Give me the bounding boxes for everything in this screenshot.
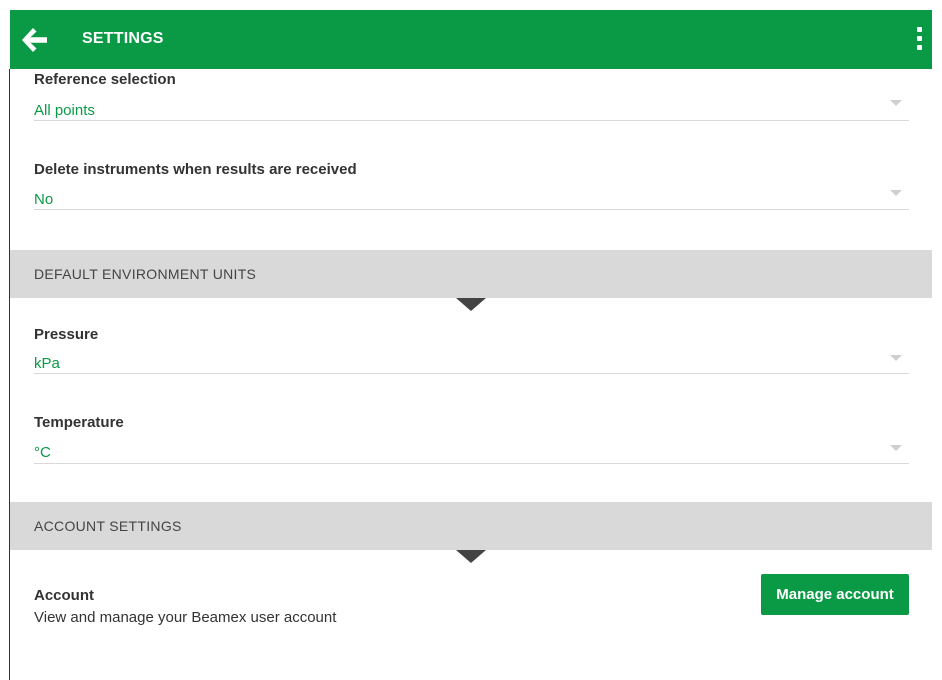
temperature-select[interactable]: °C (34, 444, 51, 461)
field-underline (34, 373, 909, 374)
section-title: ACCOUNT SETTINGS (34, 518, 182, 534)
manage-account-button[interactable]: Manage account (761, 574, 909, 615)
section-title: DEFAULT ENVIRONMENT UNITS (34, 266, 257, 282)
page-title: SETTINGS (82, 30, 164, 47)
section-collapse-icon[interactable] (456, 550, 486, 563)
pressure-select[interactable]: kPa (34, 355, 60, 372)
delete-instruments-label: Delete instruments when results are rece… (34, 161, 357, 178)
section-header-account-settings[interactable]: ACCOUNT SETTINGS (10, 502, 932, 550)
field-underline (34, 120, 909, 121)
back-button[interactable] (20, 26, 50, 54)
delete-instruments-select[interactable]: No (34, 191, 53, 208)
section-collapse-icon[interactable] (456, 298, 486, 311)
account-label: Account (34, 587, 94, 604)
section-header-environment-units[interactable]: DEFAULT ENVIRONMENT UNITS (10, 250, 932, 298)
chevron-down-icon[interactable] (890, 445, 902, 451)
app-header: SETTINGS (10, 10, 932, 69)
account-description: View and manage your Beamex user account (34, 609, 337, 626)
reference-selection-select[interactable]: All points (34, 102, 95, 119)
settings-content: Reference selection All points Delete in… (10, 69, 932, 680)
more-vertical-icon (917, 27, 922, 32)
temperature-label: Temperature (34, 414, 124, 431)
reference-selection-label: Reference selection (34, 71, 176, 88)
more-menu-button[interactable] (912, 26, 926, 54)
settings-app: SETTINGS Reference selection All points … (10, 10, 932, 680)
arrow-left-icon (22, 28, 47, 52)
chevron-down-icon[interactable] (890, 100, 902, 106)
chevron-down-icon[interactable] (890, 355, 902, 361)
field-underline (34, 209, 909, 210)
field-underline (34, 463, 909, 464)
pressure-label: Pressure (34, 326, 99, 343)
chevron-down-icon[interactable] (890, 190, 902, 196)
